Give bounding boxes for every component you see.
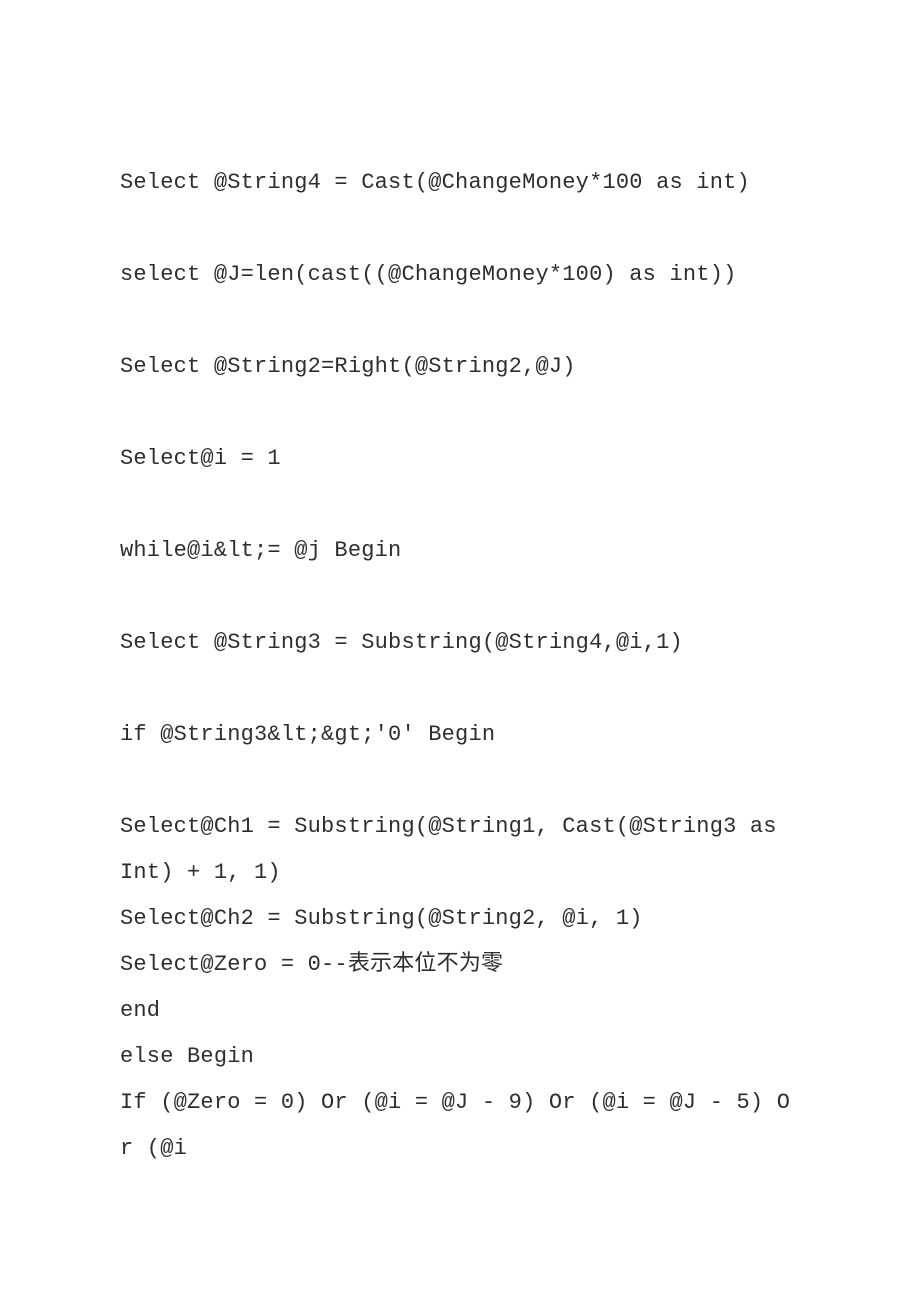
code-block: Select @String4 = Cast(@ChangeMoney*100 … <box>120 160 800 1172</box>
blank-line <box>120 390 800 436</box>
blank-line <box>120 666 800 712</box>
code-line: Select@i = 1 <box>120 436 800 482</box>
code-line: while@i&lt;= @j Begin <box>120 528 800 574</box>
code-line: If (@Zero = 0) Or (@i = @J - 9) Or (@i =… <box>120 1080 800 1172</box>
code-line: Select@Ch1 = Substring(@String1, Cast(@S… <box>120 804 800 896</box>
blank-line <box>120 758 800 804</box>
code-line: Select@Ch2 = Substring(@String2, @i, 1) <box>120 896 800 942</box>
code-line: Select @String4 = Cast(@ChangeMoney*100 … <box>120 160 800 206</box>
code-line: select @J=len(cast((@ChangeMoney*100) as… <box>120 252 800 298</box>
code-line: Select @String3 = Substring(@String4,@i,… <box>120 620 800 666</box>
blank-line <box>120 482 800 528</box>
code-line: if @String3&lt;&gt;'0' Begin <box>120 712 800 758</box>
code-line: Select@Zero = 0--表示本位不为零 <box>120 942 800 988</box>
document-page: Select @String4 = Cast(@ChangeMoney*100 … <box>0 0 920 1312</box>
blank-line <box>120 574 800 620</box>
blank-line <box>120 206 800 252</box>
code-line: end <box>120 988 800 1034</box>
blank-line <box>120 298 800 344</box>
code-line: Select @String2=Right(@String2,@J) <box>120 344 800 390</box>
code-line: else Begin <box>120 1034 800 1080</box>
